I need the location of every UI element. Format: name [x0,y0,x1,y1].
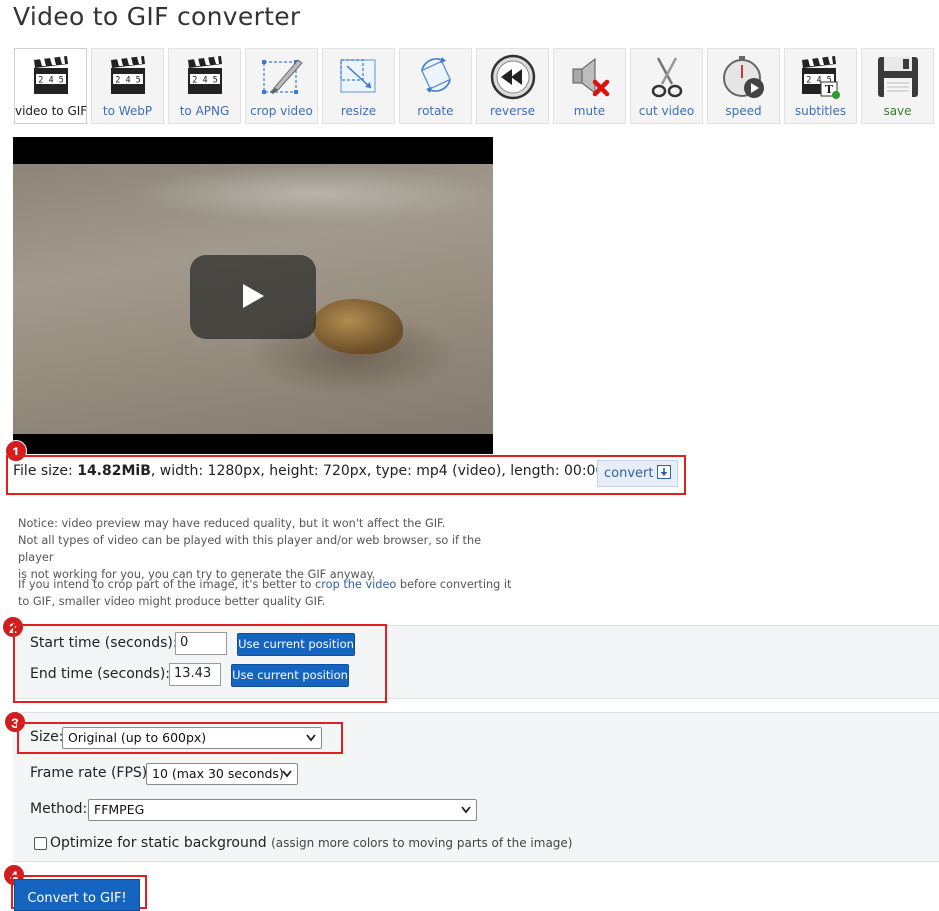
video-player[interactable] [13,137,493,454]
chevron-down-icon [306,734,316,742]
optimize-label: Optimize for static background (assign m… [50,835,573,851]
tool-label: crop video [250,104,313,118]
size-label: Size: [30,729,64,745]
file-size: 14.82MiB [77,463,151,479]
tool-label: resize [340,104,377,118]
scissors-icon [651,57,682,98]
clapperboard-icon: 2 4 5 [33,56,68,94]
svg-text:2 4 5: 2 4 5 [115,76,141,86]
end-time-input[interactable]: 13.43 [169,663,221,686]
tool-label: to APNG [179,104,230,118]
fps-label: Frame rate (FPS): [30,765,152,781]
tool-label: cut video [638,104,695,118]
start-use-current-button[interactable]: Use current position [237,633,355,656]
tool-label: speed [725,104,762,118]
resize-icon [339,59,376,93]
play-button[interactable] [190,255,316,339]
tool-crop-video[interactable]: crop video [245,48,318,124]
optimize-note: (assign more colors to moving parts of t… [271,836,573,850]
rotate-icon [420,57,451,93]
crop-video-link[interactable]: crop the video [315,578,396,591]
tool-label: save [883,104,912,118]
subtitles-clapperboard-icon: 2 4 5 T [801,56,840,99]
tool-resize[interactable]: resize [322,48,395,124]
chevron-down-icon [282,770,292,778]
download-icon [657,465,672,479]
floppy-disk-icon [877,57,918,97]
tool-mute[interactable]: mute [553,48,626,124]
tool-video-to-gif[interactable]: 2 4 5 video to GIF [14,48,87,124]
tool-label: rotate [417,104,454,118]
end-use-current-button[interactable]: Use current position [231,664,349,687]
start-time-label: Start time (seconds): [30,635,178,651]
svg-text:2 4 5: 2 4 5 [192,76,218,86]
mute-speaker-icon [572,57,609,97]
tool-label: to WebP [102,104,153,118]
svg-text:2 4 5: 2 4 5 [38,76,64,86]
rewind-icon [490,54,535,100]
tool-rotate[interactable]: rotate [399,48,472,124]
tool-label: video to GIF [15,104,88,118]
tool-reverse[interactable]: reverse [476,48,549,124]
file-info: File size: 14.82MiB, width: 1280px, heig… [13,463,627,479]
optimize-checkbox[interactable] [34,837,47,850]
tool-save[interactable]: save [861,48,934,124]
clapperboard-icon: 2 4 5 [110,56,145,94]
page-title: Video to GIF converter [13,2,301,31]
tool-label: mute [573,104,606,118]
clapperboard-icon: 2 4 5 [187,56,222,94]
play-icon [243,284,264,308]
crop-icon [261,59,303,94]
convert-button[interactable]: convert [597,460,679,487]
tool-to-webp[interactable]: 2 4 5 to WebP [91,48,164,124]
end-time-label: End time (seconds): [30,666,170,682]
tool-subtitles[interactable]: 2 4 5 T subtitles [784,48,857,124]
tool-cut-video[interactable]: cut video [630,48,703,124]
method-label: Method: [30,801,88,817]
stopwatch-icon [722,56,764,98]
tool-to-apng[interactable]: 2 4 5 to APNG [168,48,241,124]
convert-to-gif-button[interactable]: Convert to GIF! [14,879,140,911]
fps-select[interactable]: 10 (max 30 seconds) [146,763,298,785]
tool-label: subtitles [794,104,847,118]
start-time-input[interactable]: 0 [175,632,227,655]
size-select[interactable]: Original (up to 600px) [62,727,322,749]
video-subject [313,299,403,354]
preview-notice: Notice: video preview may have reduced q… [18,517,482,581]
tool-label: reverse [489,104,536,118]
chevron-down-icon [461,806,471,814]
tool-speed[interactable]: speed [707,48,780,124]
crop-notice: If you intend to crop part of the image,… [18,578,512,608]
method-select[interactable]: FFMPEG [88,799,477,821]
